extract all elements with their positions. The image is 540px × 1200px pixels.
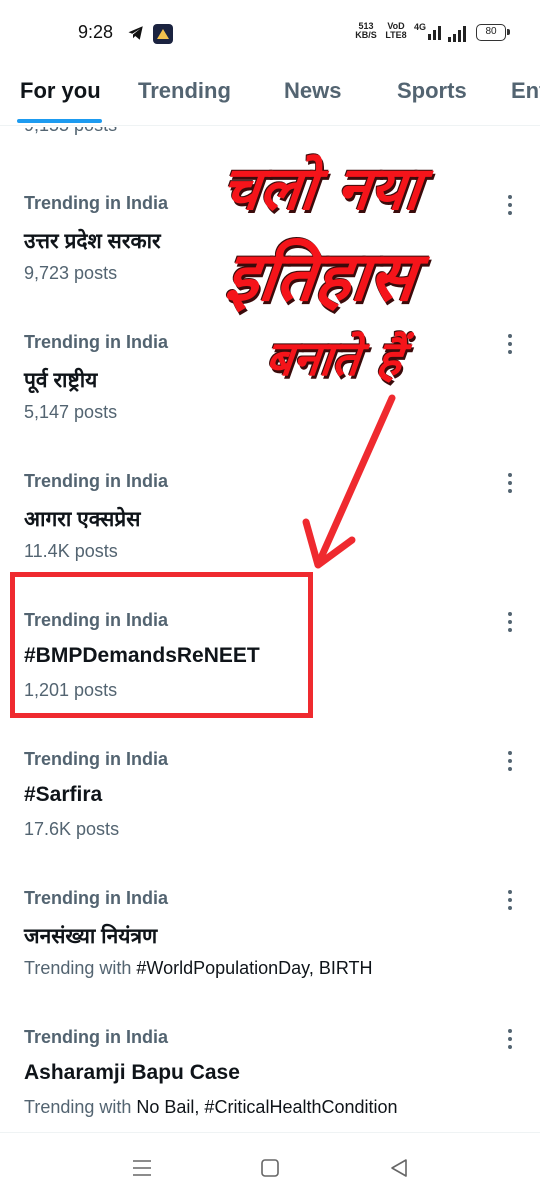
system-nav-bar — [0, 1132, 540, 1200]
trend-related: Trending with No Bail, #CriticalHealthCo… — [24, 1097, 398, 1118]
cut-off-post-count: 9,155 posts — [24, 127, 117, 136]
trend-item[interactable]: Trending in India Asharamji Bapu Case Tr… — [0, 971, 540, 1117]
tab-bar: For you Trending News Sports Ent — [0, 66, 540, 126]
trend-name: पूर्व राष्ट्रीय — [24, 369, 98, 392]
trend-item[interactable]: Trending in India जनसंख्या नियंत्रण Tren… — [0, 832, 540, 978]
overlay-poster-text: चलो नया इतिहास बनाते हैं — [218, 145, 508, 395]
overlay-line-1: चलो नया — [218, 154, 425, 224]
net-speed-unit: KB/S — [355, 30, 377, 40]
trend-context: Trending in India — [24, 749, 168, 769]
more-options-icon[interactable] — [500, 749, 520, 775]
trend-name: उत्तर प्रदेश सरकार — [24, 230, 161, 253]
trend-context: Trending in India — [24, 888, 168, 908]
status-bar: 9:28 513 KB/S VoD LTE8 4G 80 — [0, 0, 540, 66]
tab-entertainment[interactable]: Ent — [511, 78, 540, 104]
more-options-icon[interactable] — [500, 610, 520, 636]
volte-indicator: VoD LTE8 — [385, 22, 407, 40]
more-options-icon[interactable] — [500, 1027, 520, 1053]
trend-context: Trending in India — [24, 193, 168, 213]
back-triangle-icon[interactable] — [388, 1157, 410, 1179]
tab-sports[interactable]: Sports — [397, 78, 467, 104]
net-speed: 513 KB/S — [355, 22, 377, 40]
trend-context: Trending in India — [24, 332, 168, 352]
network-type: 4G — [414, 22, 427, 32]
trend-context: Trending in India — [24, 471, 168, 491]
trend-name: Asharamji Bapu Case — [24, 1061, 240, 1084]
status-time: 9:28 — [78, 22, 114, 42]
trend-context: Trending in India — [24, 1027, 168, 1047]
trend-name: आगरा एक्सप्रेस — [24, 508, 141, 531]
tab-for-you[interactable]: For you — [20, 78, 101, 104]
trend-name: #Sarfira — [24, 783, 103, 806]
overlay-line-2: इतिहास — [221, 238, 420, 317]
trending-with-label: Trending with — [24, 1097, 132, 1117]
app-icon — [153, 24, 173, 44]
signal-icon: 4G — [414, 22, 444, 40]
trending-with-tags: No Bail, #CriticalHealthCondition — [136, 1097, 398, 1117]
tab-news[interactable]: News — [284, 78, 341, 104]
tab-trending[interactable]: Trending — [138, 78, 231, 104]
volte-bottom: LTE8 — [385, 30, 407, 40]
trend-item[interactable]: Trending in India आगरा एक्सप्रेस 11.4K p… — [0, 415, 540, 561]
highlight-box — [10, 572, 313, 718]
trend-name: जनसंख्या नियंत्रण — [24, 925, 158, 948]
more-options-icon[interactable] — [500, 888, 520, 914]
overlay-line-3: बनाते हैं — [262, 331, 405, 387]
signal-bars-2 — [448, 24, 466, 42]
menu-icon[interactable] — [131, 1157, 153, 1179]
telegram-icon — [128, 26, 143, 40]
home-square-icon[interactable] — [259, 1157, 281, 1179]
more-options-icon[interactable] — [500, 471, 520, 497]
battery-icon: 80 — [476, 24, 510, 41]
signal-bars-1 — [428, 26, 441, 40]
active-tab-indicator — [17, 119, 102, 123]
